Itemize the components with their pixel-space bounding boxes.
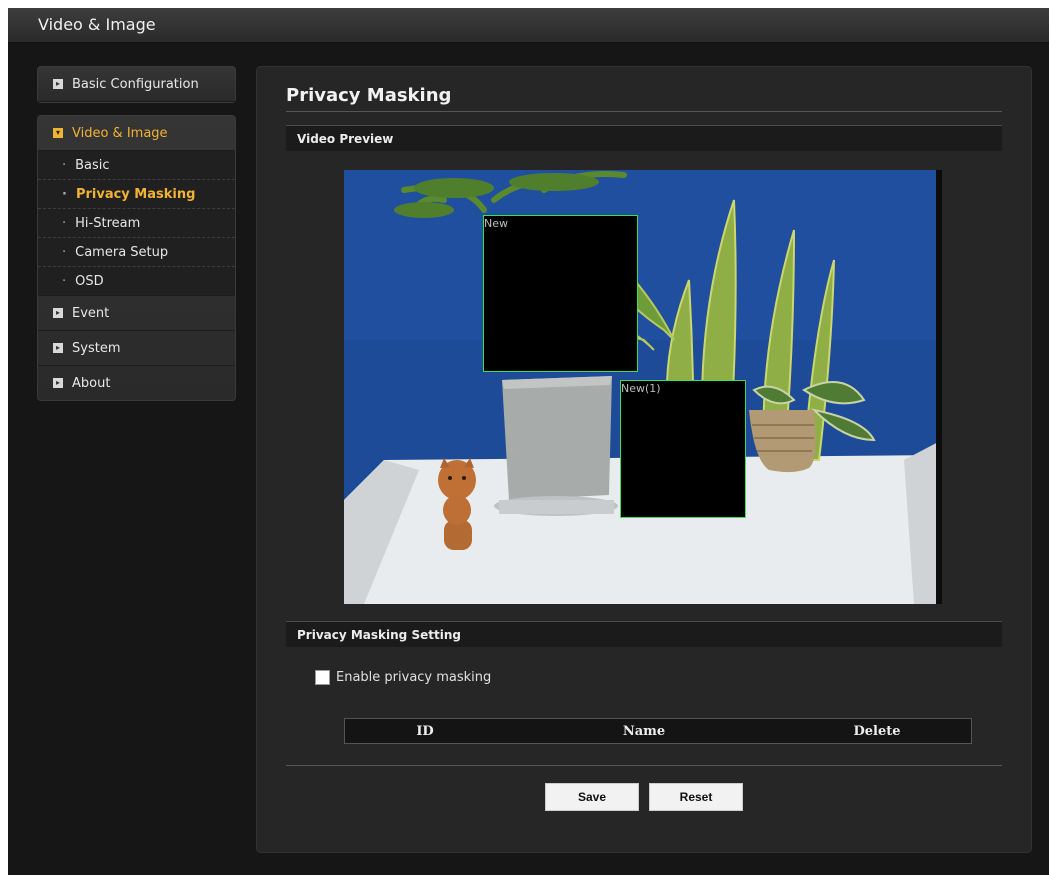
expand-arrow-icon: ▸	[53, 378, 63, 388]
top-bar-title: Video & Image	[38, 15, 156, 34]
main-panel: Privacy Masking Video Preview New New(1)…	[256, 66, 1032, 853]
collapse-arrow-icon: ▾	[53, 128, 63, 138]
column-header-delete: Delete	[853, 723, 901, 739]
sub-item-label: Hi-Stream	[75, 215, 141, 231]
mask-label: New	[484, 217, 508, 230]
nav-item-event[interactable]: ▸ Event	[38, 295, 235, 331]
sub-item-privacy-masking[interactable]: · Privacy Masking	[38, 180, 235, 209]
title-divider	[286, 111, 1002, 112]
nav-item-basic-configuration[interactable]: ▸ Basic Configuration	[38, 67, 235, 102]
nav-basic-configuration: ▸ Basic Configuration	[37, 66, 236, 103]
sub-item-label: OSD	[75, 273, 104, 289]
privacy-mask-region[interactable]: New(1)	[620, 380, 746, 518]
masking-setting-header: Privacy Masking Setting	[286, 621, 1002, 647]
nav-item-label: Basic Configuration	[72, 76, 199, 92]
mask-label: New(1)	[621, 382, 661, 395]
bottom-divider	[286, 765, 1002, 766]
column-header-name: Name	[622, 723, 666, 739]
page-title: Privacy Masking	[286, 85, 452, 106]
bullet-icon: ·	[62, 157, 67, 173]
bullet-icon: ·	[62, 244, 67, 260]
enable-masking-row: Enable privacy masking	[315, 670, 491, 685]
nav-item-system[interactable]: ▸ System	[38, 331, 235, 366]
enable-masking-checkbox[interactable]	[315, 670, 330, 685]
nav-item-label: About	[72, 375, 111, 391]
sidebar: ▸ Basic Configuration ▾ Video & Image · …	[37, 66, 236, 401]
nav-item-label: System	[72, 340, 121, 356]
nav-item-about[interactable]: ▸ About	[38, 366, 235, 400]
bullet-icon: ·	[62, 186, 67, 202]
sub-item-hi-stream[interactable]: · Hi-Stream	[38, 209, 235, 238]
privacy-mask-region[interactable]: New	[483, 215, 638, 372]
nav-item-video-image[interactable]: ▾ Video & Image	[38, 116, 235, 151]
enable-masking-label: Enable privacy masking	[336, 670, 492, 685]
reset-button[interactable]: Reset	[649, 783, 743, 811]
mask-table-header: ID Name Delete	[344, 718, 972, 744]
sub-item-camera-setup[interactable]: · Camera Setup	[38, 238, 235, 267]
top-bar: Video & Image	[8, 8, 1049, 43]
bullet-icon: ·	[62, 273, 67, 289]
bullet-icon: ·	[62, 215, 67, 231]
sub-item-osd[interactable]: · OSD	[38, 267, 235, 295]
sub-item-basic[interactable]: · Basic	[38, 151, 235, 180]
nav-group-main: ▾ Video & Image · Basic · Privacy Maskin…	[37, 115, 236, 401]
video-preview-header: Video Preview	[286, 125, 1002, 151]
video-preview[interactable]: New New(1)	[344, 170, 942, 604]
sub-item-label: Camera Setup	[75, 244, 169, 260]
save-button[interactable]: Save	[545, 783, 639, 811]
nav-item-label: Event	[72, 305, 110, 321]
expand-arrow-icon: ▸	[53, 308, 63, 318]
sub-item-label: Basic	[75, 157, 110, 173]
expand-arrow-icon: ▸	[53, 343, 63, 353]
column-header-id: ID	[416, 723, 434, 739]
nav-item-label: Video & Image	[72, 125, 168, 141]
expand-arrow-icon: ▸	[53, 79, 63, 89]
sub-item-label: Privacy Masking	[75, 186, 196, 202]
